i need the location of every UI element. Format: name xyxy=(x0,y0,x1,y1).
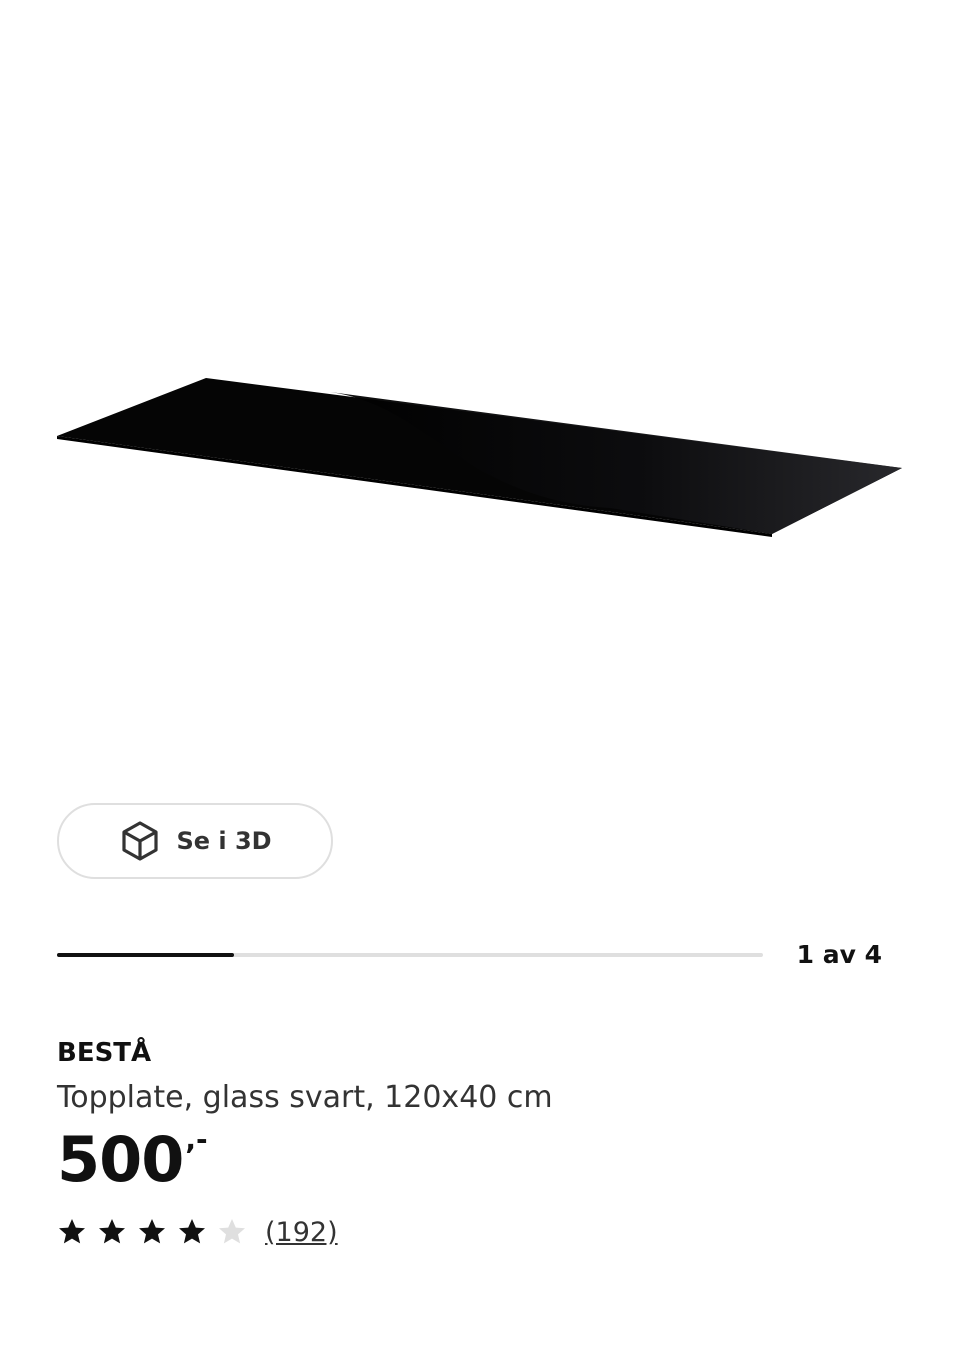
view-in-3d-button[interactable]: Se i 3D xyxy=(57,803,333,879)
star-filled-icon xyxy=(139,1219,165,1244)
product-name[interactable]: BESTÅ xyxy=(57,1035,151,1071)
star-filled-icon xyxy=(179,1219,205,1244)
product-rating[interactable]: (192) xyxy=(57,1210,338,1254)
product-image[interactable] xyxy=(0,0,960,760)
price-amount: 500 xyxy=(57,1123,184,1196)
price-suffix: ,- xyxy=(185,1123,208,1156)
product-description: Topplate, glass svart, 120x40 cm xyxy=(57,1080,553,1115)
rating-stars xyxy=(57,1217,247,1247)
view-in-3d-label: Se i 3D xyxy=(176,827,272,855)
carousel-progress-fill xyxy=(57,953,234,957)
star-empty-icon xyxy=(219,1219,245,1244)
star-filled-icon xyxy=(99,1219,125,1244)
review-count-link[interactable]: (192) xyxy=(265,1217,338,1248)
carousel-progress-bar xyxy=(57,953,763,957)
product-price: 500 ,- xyxy=(57,1120,208,1200)
star-filled-icon xyxy=(59,1219,85,1244)
cube-3d-icon xyxy=(118,819,162,863)
carousel-counter: 1 av 4 xyxy=(796,940,882,969)
